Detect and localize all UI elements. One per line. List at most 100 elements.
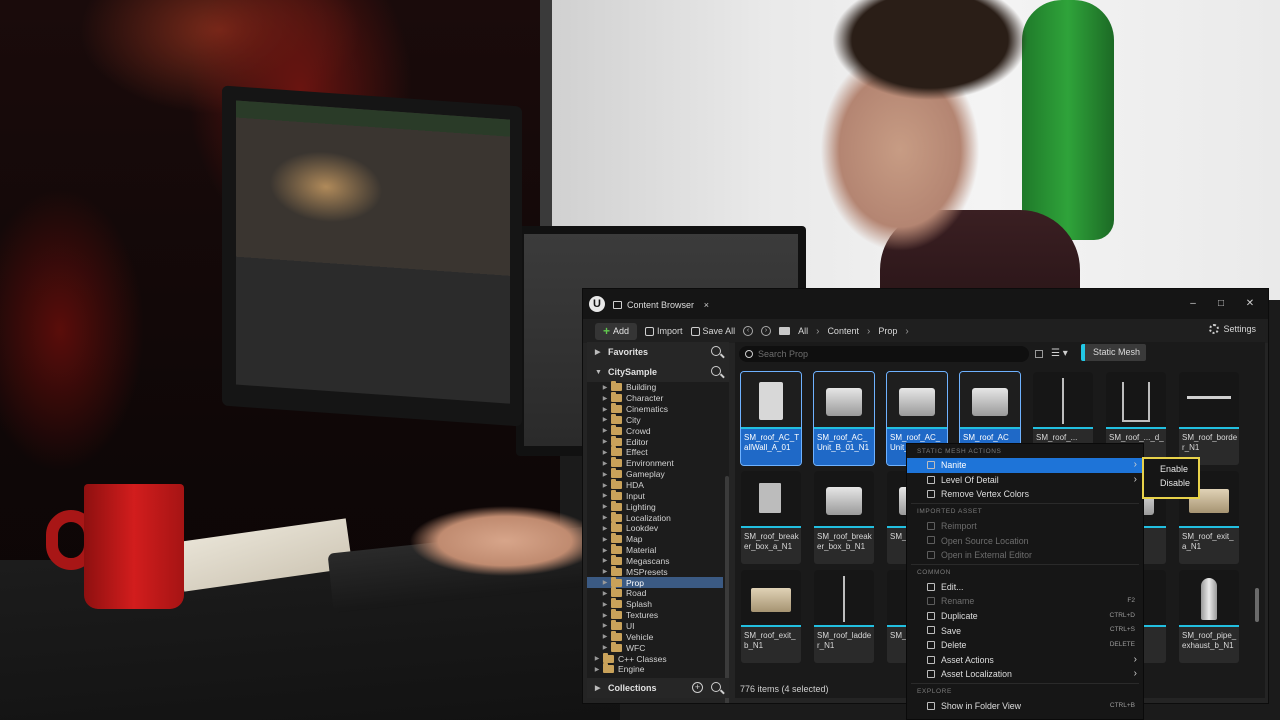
save-all-button[interactable]: Save All — [690, 326, 735, 336]
tree-item-c-classes[interactable]: ▶ C++ Classes — [587, 652, 723, 664]
chevron-right-icon[interactable]: ▶ — [601, 492, 609, 499]
tree-item-vehicle[interactable]: ▶ Vehicle — [587, 630, 723, 642]
search-icon[interactable] — [711, 346, 721, 356]
menu-item-level-of-detail[interactable]: Level Of Detail › — [907, 473, 1143, 488]
chevron-right-icon[interactable]: ▶ — [601, 449, 609, 456]
tree-item-prop[interactable]: ▶ Prop — [587, 576, 723, 589]
menu-item-save[interactable]: Save CTRL+S — [907, 623, 1143, 638]
breadcrumb-content[interactable]: Content — [827, 326, 859, 336]
tree-item-wfc[interactable]: ▶ WFC — [587, 641, 723, 653]
project-header[interactable]: ▼ CitySample — [587, 362, 729, 382]
chevron-right-icon[interactable]: ▶ — [601, 416, 609, 423]
tree-item-effect[interactable]: ▶ Effect — [587, 446, 723, 458]
breadcrumb-all[interactable]: All — [798, 326, 808, 336]
folder-icon[interactable] — [779, 327, 791, 335]
tree-item-building[interactable]: ▶ Building — [587, 381, 723, 393]
breadcrumb-prop[interactable]: Prop — [878, 326, 897, 336]
chevron-right-icon[interactable]: ▶ — [601, 471, 609, 478]
chevron-right-icon[interactable]: › — [905, 326, 908, 337]
chevron-right-icon[interactable]: ▶ — [601, 503, 609, 510]
tree-item-lighting[interactable]: ▶ Lighting — [587, 500, 723, 512]
asset-tile[interactable]: SM_roof_breaker_box_a_N1 — [741, 471, 801, 564]
menu-item-show-in-folder-view[interactable]: Show in Folder View CTRL+B — [907, 699, 1143, 714]
chevron-right-icon[interactable]: ▶ — [601, 525, 609, 532]
chevron-right-icon[interactable]: ▶ — [601, 579, 609, 586]
tree-item-material[interactable]: ▶ Material — [587, 544, 723, 556]
tree-item-city[interactable]: ▶ City — [587, 413, 723, 426]
chevron-right-icon[interactable]: ▶ — [601, 395, 609, 402]
search-bar[interactable] — [739, 346, 1029, 362]
search-icon[interactable] — [711, 366, 721, 376]
collections-header[interactable]: ▶ Collections + — [587, 678, 729, 698]
chevron-right-icon[interactable]: ▶ — [601, 568, 609, 575]
menu-item-delete[interactable]: Delete DELETE — [907, 638, 1143, 653]
save-search-icon[interactable] — [1035, 350, 1043, 358]
close-button[interactable]: ✕ — [1239, 295, 1261, 313]
tree-item-megascans[interactable]: ▶ Megascans — [587, 554, 723, 567]
minimize-button[interactable]: – — [1182, 295, 1204, 313]
tree-item-engine[interactable]: ▶ Engine — [587, 663, 723, 675]
search-input[interactable] — [758, 349, 1008, 359]
nanite-disable[interactable]: Disable — [1144, 476, 1198, 490]
add-button[interactable]: + Add — [595, 322, 638, 340]
maximize-button[interactable]: □ — [1210, 295, 1232, 313]
tree-item-editor[interactable]: ▶ Editor — [587, 435, 723, 447]
tree-item-map[interactable]: ▶ Map — [587, 533, 723, 545]
tree-item-localization[interactable]: ▶ Localization — [587, 511, 723, 523]
tree-item-hda[interactable]: ▶ HDA — [587, 479, 723, 491]
chevron-right-icon[interactable]: ▶ — [601, 514, 609, 521]
asset-tile[interactable]: SM_roof_exit_b_N1 — [741, 570, 801, 663]
forward-icon[interactable]: › — [761, 326, 772, 336]
chevron-right-icon[interactable]: ▶ — [601, 557, 609, 564]
tab-close-icon[interactable]: × — [704, 300, 709, 310]
menu-item-remove-vertex-colors[interactable]: Remove Vertex Colors — [907, 487, 1143, 502]
static-mesh-filter-chip[interactable]: Static Mesh — [1081, 344, 1147, 361]
search-icon[interactable] — [711, 682, 721, 692]
settings-button[interactable]: Settings — [1209, 324, 1256, 334]
chevron-right-icon[interactable]: ▶ — [601, 601, 609, 608]
tree-item-gameplay[interactable]: ▶ Gameplay — [587, 468, 723, 480]
filter-icon[interactable]: ☰ ▾ — [1051, 348, 1068, 359]
tree-item-cinematics[interactable]: ▶ Cinematics — [587, 403, 723, 415]
chevron-right-icon[interactable]: ▶ — [601, 482, 609, 489]
chevron-right-icon[interactable]: ▶ — [593, 655, 601, 662]
tree-item-lookdev[interactable]: ▶ Lookdev — [587, 522, 723, 534]
tree-item-input[interactable]: ▶ Input — [587, 489, 723, 501]
chevron-right-icon[interactable]: ▶ — [601, 460, 609, 467]
chevron-right-icon[interactable]: ▶ — [601, 384, 609, 391]
chevron-right-icon[interactable]: ▶ — [601, 536, 609, 543]
tab-content-browser[interactable]: Content Browser × — [607, 295, 713, 314]
asset-scrollbar[interactable] — [1255, 588, 1259, 622]
menu-item-edit[interactable]: Edit... — [907, 580, 1143, 595]
asset-tile[interactable]: SM_roof_ladder_N1 — [814, 570, 874, 663]
menu-item-asset-actions[interactable]: Asset Actions › — [907, 653, 1143, 668]
favorites-header[interactable]: ▶ Favorites — [587, 342, 729, 362]
tree-scrollbar[interactable] — [725, 476, 729, 703]
tree-item-crowd[interactable]: ▶ Crowd — [587, 424, 723, 436]
tree-item-ui[interactable]: ▶ UI — [587, 619, 723, 632]
tree-item-textures[interactable]: ▶ Textures — [587, 609, 723, 621]
asset-tile[interactable]: SM_roof_AC_TallWall_A_01 — [740, 371, 802, 466]
tree-item-mspresets[interactable]: ▶ MSPresets — [587, 565, 723, 577]
asset-tile[interactable]: SM_roof_border_N1 — [1179, 372, 1239, 465]
nanite-enable[interactable]: Enable — [1144, 462, 1198, 476]
chevron-right-icon[interactable]: ▶ — [593, 666, 601, 673]
back-icon[interactable]: ‹ — [743, 326, 754, 336]
import-button[interactable]: Import — [645, 326, 683, 336]
chevron-right-icon[interactable]: ▶ — [601, 590, 609, 597]
menu-item-nanite[interactable]: Nanite › — [907, 458, 1143, 473]
chevron-right-icon[interactable]: ▶ — [601, 406, 609, 413]
tree-item-environment[interactable]: ▶ Environment — [587, 457, 723, 469]
add-collection-icon[interactable]: + — [692, 682, 703, 693]
asset-tile[interactable]: SM_roof_AC_Unit_B_01_N1 — [813, 371, 875, 466]
tree-item-character[interactable]: ▶ Character — [587, 392, 723, 404]
tree-item-road[interactable]: ▶ Road — [587, 587, 723, 599]
tree-item-splash[interactable]: ▶ Splash — [587, 598, 723, 610]
chevron-right-icon[interactable]: ▶ — [601, 612, 609, 619]
menu-item-duplicate[interactable]: Duplicate CTRL+D — [907, 609, 1143, 624]
chevron-right-icon[interactable]: ▶ — [601, 622, 609, 629]
asset-tile[interactable]: SM_roof_pipe_exhaust_b_N1 — [1179, 570, 1239, 663]
asset-tile[interactable]: SM_roof_breaker_box_b_N1 — [814, 471, 874, 564]
chevron-right-icon[interactable]: ▶ — [601, 427, 609, 434]
chevron-right-icon[interactable]: ▶ — [601, 438, 609, 445]
